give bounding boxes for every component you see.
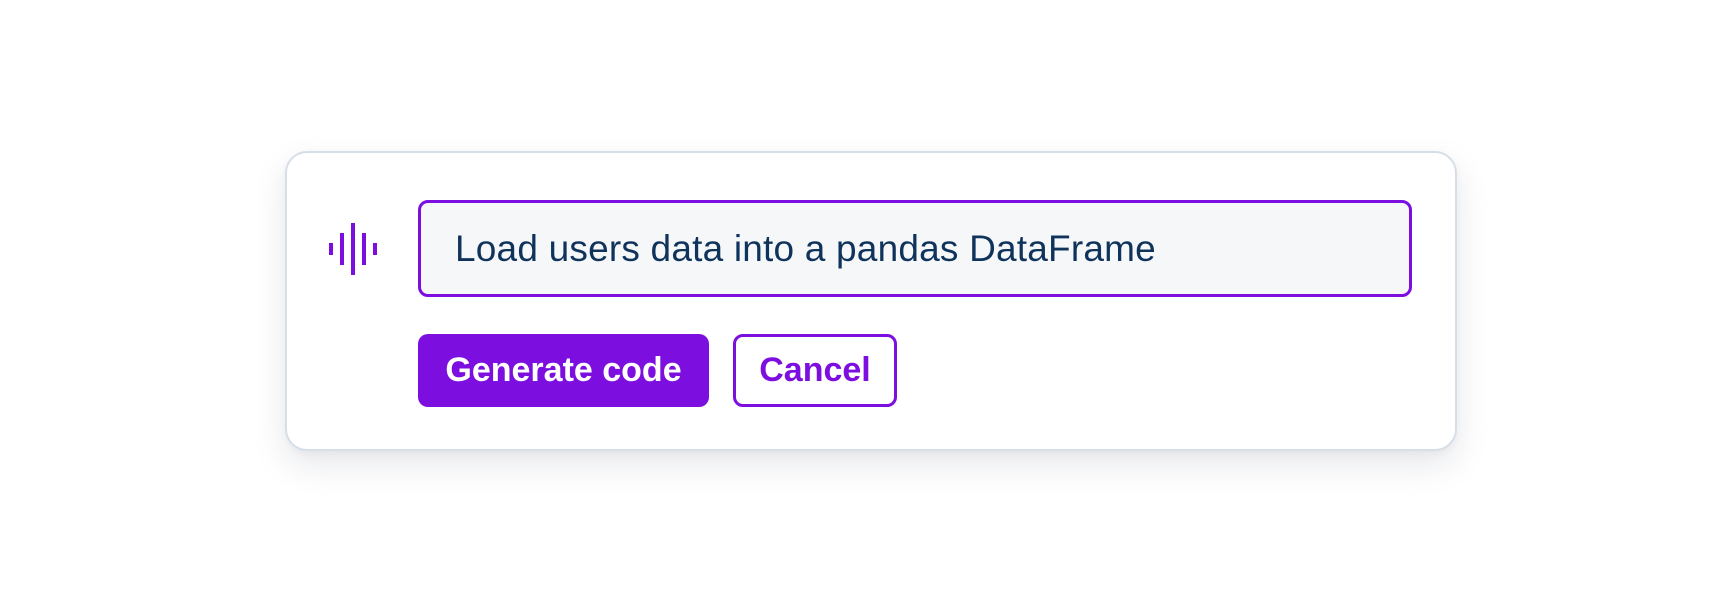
ai-prompt-card: Generate code Cancel — [285, 151, 1457, 451]
prompt-input[interactable] — [418, 200, 1412, 297]
audio-waveform-icon — [329, 223, 377, 275]
generate-code-button[interactable]: Generate code — [418, 334, 709, 407]
action-bar: Generate code Cancel — [418, 334, 897, 407]
cancel-button[interactable]: Cancel — [733, 334, 897, 407]
